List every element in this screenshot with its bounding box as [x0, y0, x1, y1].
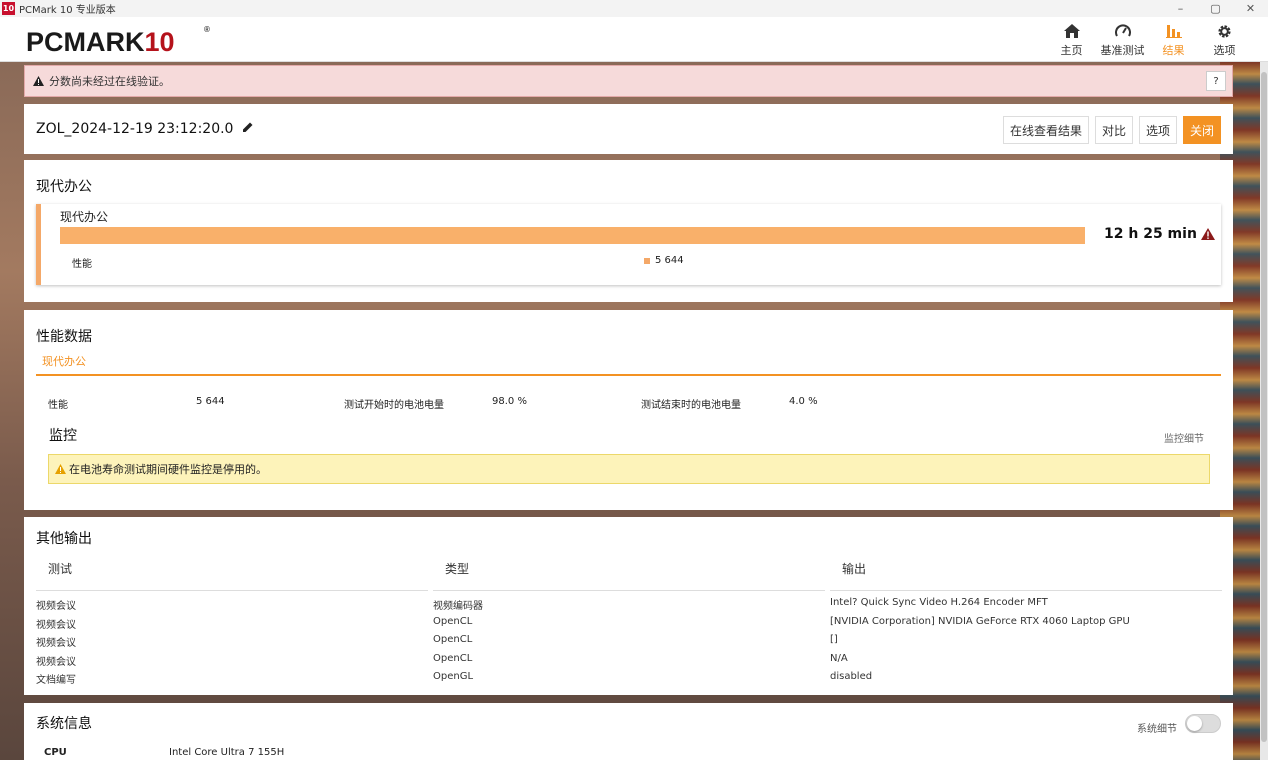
- table-cell: 文档编写: [36, 675, 76, 686]
- cpu-value: Intel Core Ultra 7 155H: [169, 747, 285, 758]
- stat-end-battery-label: 测试结束时的电池电量: [641, 400, 741, 411]
- table-cell: 视频会议: [36, 657, 76, 668]
- warning-triangle-icon: [1200, 228, 1215, 240]
- warning-icon: [33, 76, 44, 86]
- tab-modern-office[interactable]: 现代办公: [42, 353, 86, 369]
- col-header-type: 类型: [445, 562, 470, 576]
- warning-icon: [55, 464, 66, 474]
- stat-perf-label: 性能: [48, 400, 68, 411]
- monitoring-warning-text: 在电池寿命测试期间硬件监控是停用的。: [69, 463, 267, 476]
- cpu-label: CPU: [44, 747, 67, 758]
- perf-value: 5 644: [644, 255, 684, 266]
- validation-warning-text: 分数尚未经过在线验证。: [49, 75, 170, 88]
- nav-benchmarks[interactable]: 基准测试: [1097, 20, 1148, 58]
- table-cell: []: [830, 634, 838, 645]
- tab-underline: [36, 374, 1221, 376]
- summary-panel: 现代办公 现代办公 12 h 25 min 性能 5 644: [24, 160, 1233, 302]
- maximize-button[interactable]: ▢: [1198, 2, 1233, 15]
- score-card-title: 现代办公: [60, 210, 109, 224]
- monitoring-title: 监控: [49, 428, 77, 444]
- close-window-button[interactable]: ✕: [1233, 2, 1268, 15]
- nav-options[interactable]: 选项: [1199, 20, 1250, 58]
- compare-button[interactable]: 对比: [1094, 116, 1133, 144]
- system-details-label: 系统细节: [1137, 724, 1177, 735]
- nav-home-label: 主页: [1060, 44, 1083, 57]
- result-header-panel: ZOL_2024-12-19 23:12:20.0 在线查看结果 对比 选项 关…: [24, 104, 1233, 154]
- close-button[interactable]: 关闭: [1182, 116, 1221, 144]
- stat-start-battery-value: 98.0 %: [492, 396, 527, 407]
- gauge-icon: [1114, 24, 1131, 37]
- scrollbar-thumb[interactable]: [1261, 72, 1267, 742]
- divider: [830, 590, 1222, 591]
- perf-data-panel: 性能数据 现代办公 性能 5 644 测试开始时的电池电量 98.0 % 测试结…: [24, 310, 1233, 510]
- table-cell: 视频会议: [36, 620, 76, 631]
- home-icon: [1063, 24, 1080, 38]
- nav-benchmarks-label: 基准测试: [1100, 44, 1145, 57]
- table-cell: 视频会议: [36, 638, 76, 649]
- toggle-knob: [1187, 716, 1202, 731]
- options-button[interactable]: 选项: [1138, 116, 1177, 144]
- system-details-toggle[interactable]: [1185, 714, 1221, 733]
- score-bar: [60, 227, 1085, 244]
- summary-title: 现代办公: [36, 179, 92, 195]
- other-output-panel: 其他输出 测试 类型 输出 视频会议 视频编码器 Intel? Quick Sy…: [24, 517, 1233, 695]
- table-cell: OpenCL: [433, 616, 473, 627]
- gear-icon: [1218, 24, 1231, 38]
- score-card: 现代办公 12 h 25 min 性能 5 644: [36, 204, 1221, 285]
- stat-start-battery-label: 测试开始时的电池电量: [344, 400, 444, 411]
- validation-warning: 分数尚未经过在线验证。 ?: [24, 65, 1233, 97]
- app-header: PCMARK10 ® 主页 基准测试 结果 选项: [0, 17, 1268, 62]
- monitoring-warning: 在电池寿命测试期间硬件监控是停用的。: [48, 454, 1210, 484]
- pcmark-logo: PCMARK10 ®: [26, 25, 210, 57]
- result-name: ZOL_2024-12-19 23:12:20.0: [36, 121, 254, 137]
- nav-home[interactable]: 主页: [1046, 20, 1097, 58]
- table-cell: OpenCL: [433, 653, 473, 664]
- system-info-title: 系统信息: [36, 716, 92, 732]
- nav-results-label: 结果: [1162, 44, 1185, 57]
- legend-square: [644, 257, 650, 264]
- scrollbar[interactable]: [1260, 62, 1268, 760]
- table-cell: OpenGL: [433, 671, 474, 682]
- stat-perf-value: 5 644: [196, 396, 225, 407]
- window-title-bar: 10 PCMark 10 专业版本 – ▢ ✕: [0, 0, 1268, 17]
- table-cell: disabled: [830, 671, 873, 682]
- perf-label: 性能: [72, 259, 92, 270]
- col-header-test: 测试: [48, 562, 73, 576]
- system-info-panel: 系统信息 系统细节 CPU Intel Core Ultra 7 155H: [24, 703, 1233, 760]
- nav-options-label: 选项: [1213, 44, 1236, 57]
- window-title: PCMark 10 专业版本: [19, 5, 116, 16]
- divider: [36, 590, 428, 591]
- other-output-title: 其他输出: [36, 531, 92, 547]
- divider: [433, 590, 825, 591]
- table-cell: Intel? Quick Sync Video H.264 Encoder MF…: [830, 597, 1048, 608]
- edit-pencil-icon[interactable]: [242, 121, 254, 133]
- table-cell: OpenCL: [433, 634, 473, 645]
- minimize-button[interactable]: –: [1163, 2, 1198, 15]
- battery-duration: 12 h 25 min: [1104, 226, 1215, 242]
- app-icon: 10: [2, 2, 15, 15]
- table-cell: [NVIDIA Corporation] NVIDIA GeForce RTX …: [830, 616, 1130, 627]
- table-cell: 视频会议: [36, 601, 76, 612]
- view-online-button[interactable]: 在线查看结果: [1002, 116, 1089, 144]
- help-button[interactable]: ?: [1206, 71, 1226, 91]
- table-cell: 视频编码器: [433, 601, 483, 612]
- monitoring-details-link[interactable]: 监控细节: [1164, 430, 1204, 445]
- stat-end-battery-value: 4.0 %: [789, 396, 818, 407]
- nav-results[interactable]: 结果: [1148, 20, 1199, 58]
- bar-chart-icon: [1165, 25, 1182, 38]
- main-nav: 主页 基准测试 结果 选项: [1046, 20, 1250, 58]
- col-header-output: 输出: [842, 562, 867, 576]
- table-cell: N/A: [830, 653, 848, 664]
- perf-data-title: 性能数据: [36, 329, 92, 345]
